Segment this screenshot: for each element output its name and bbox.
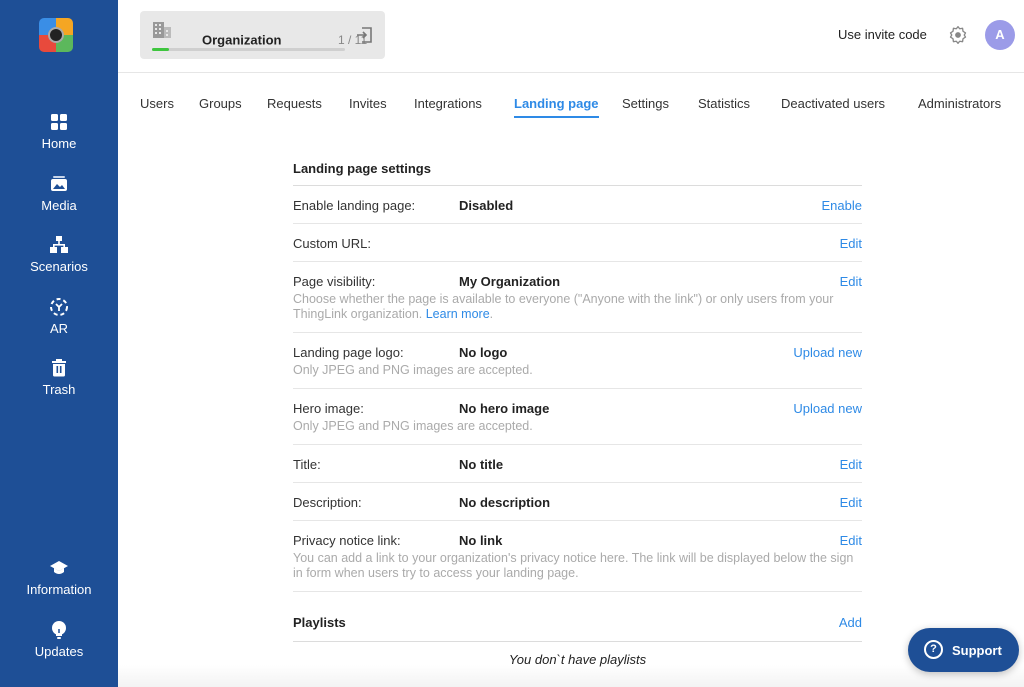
sidebar-item-label: Information xyxy=(26,582,92,597)
graduation-cap-icon xyxy=(50,561,68,574)
setting-label: Title: xyxy=(293,457,321,472)
setting-label: Landing page logo: xyxy=(293,345,404,360)
sidebar-item-updates[interactable]: Updates xyxy=(0,620,118,659)
edit-visibility-link[interactable]: Edit xyxy=(840,274,862,289)
setting-label: Custom URL: xyxy=(293,236,372,251)
sidebar-item-label: AR xyxy=(49,321,69,336)
top-bar: Organization 1 / 11 Use invite code A xyxy=(118,0,1024,73)
learn-more-link[interactable]: Learn more xyxy=(426,307,490,321)
organization-switcher[interactable]: Organization 1 / 11 xyxy=(140,11,385,59)
setting-label: Description: xyxy=(293,495,362,510)
tab-administrators[interactable]: Administrators xyxy=(918,96,1001,111)
sidebar-item-information[interactable]: Information xyxy=(0,558,118,597)
setting-row-description: Description: No description Edit xyxy=(293,483,862,521)
trash-icon xyxy=(52,359,66,377)
setting-value: No title xyxy=(459,457,504,472)
upload-logo-link[interactable]: Upload new xyxy=(793,345,862,360)
building-icon xyxy=(153,22,171,38)
setting-label: Page visibility: xyxy=(293,274,376,289)
add-playlist-link[interactable]: Add xyxy=(839,615,862,630)
organization-name: Organization xyxy=(202,32,282,48)
setting-value: My Organization xyxy=(459,274,561,289)
landing-page-settings: Landing page settings Enable landing pag… xyxy=(293,150,862,667)
setting-row-hero-image: Hero image: No hero image Upload new Onl… xyxy=(293,389,862,445)
sidebar-item-trash[interactable]: Trash xyxy=(0,358,118,397)
setting-value: No logo xyxy=(459,345,508,360)
tab-groups[interactable]: Groups xyxy=(199,96,242,111)
image-stack-icon xyxy=(51,176,67,191)
setting-row-title: Title: No title Edit xyxy=(293,445,862,483)
tab-invites[interactable]: Invites xyxy=(349,96,387,111)
hierarchy-icon xyxy=(50,236,68,253)
use-invite-code-link[interactable]: Use invite code xyxy=(838,27,927,42)
sidebar-item-label: Media xyxy=(41,198,77,213)
tab-requests[interactable]: Requests xyxy=(267,96,322,111)
thinglink-logo[interactable] xyxy=(39,18,73,52)
organization-progress-bar xyxy=(152,48,345,51)
ar-cube-icon xyxy=(50,298,68,316)
setting-value: No link xyxy=(459,533,503,548)
lightbulb-icon xyxy=(52,621,66,639)
tab-statistics[interactable]: Statistics xyxy=(698,96,750,111)
tab-users[interactable]: Users xyxy=(140,96,174,111)
sidebar-item-media[interactable]: Media xyxy=(0,174,118,213)
question-circle-icon: ? xyxy=(924,640,943,659)
gear-icon[interactable] xyxy=(948,25,968,45)
sidebar-item-home[interactable]: Home xyxy=(0,112,118,151)
sidebar-item-label: Scenarios xyxy=(30,259,88,274)
sidebar-item-label: Updates xyxy=(34,644,84,659)
sidebar-item-label: Trash xyxy=(42,382,76,397)
edit-privacy-link[interactable]: Edit xyxy=(840,533,862,548)
upload-hero-image-link[interactable]: Upload new xyxy=(793,401,862,416)
edit-custom-url-link[interactable]: Edit xyxy=(840,236,862,251)
playlists-empty-message: You don`t have playlists xyxy=(508,652,647,667)
support-label: Support xyxy=(952,643,1002,658)
sidebar-item-ar[interactable]: AR xyxy=(0,297,118,336)
organization-progress-fill xyxy=(152,48,170,51)
sidebar: Home Media Scenarios AR Trash Informatio… xyxy=(0,0,118,687)
tab-integrations[interactable]: Integrations xyxy=(414,96,482,111)
enable-link[interactable]: Enable xyxy=(822,198,862,213)
playlists-title: Playlists xyxy=(293,615,346,630)
sidebar-item-scenarios[interactable]: Scenarios xyxy=(0,235,118,274)
setting-label: Hero image: xyxy=(293,401,364,416)
setting-value: No description xyxy=(459,495,551,510)
edit-description-link[interactable]: Edit xyxy=(840,495,862,510)
switch-organization-icon[interactable] xyxy=(354,25,374,45)
setting-label: Enable landing page: xyxy=(293,198,416,213)
tab-deactivated-users[interactable]: Deactivated users xyxy=(781,96,885,111)
setting-value: Disabled xyxy=(459,198,514,213)
section-title: Landing page settings xyxy=(293,150,862,186)
tab-landing-page[interactable]: Landing page xyxy=(514,96,599,118)
tab-settings[interactable]: Settings xyxy=(622,96,669,111)
grid-icon xyxy=(51,114,67,130)
setting-row-landing-page-logo: Landing page logo: No logo Upload new On… xyxy=(293,333,862,389)
setting-row-custom-url: Custom URL: Edit xyxy=(293,224,862,262)
support-button[interactable]: ? Support xyxy=(908,628,1019,672)
playlists-header: Playlists Add xyxy=(293,592,862,642)
tab-bar: Users Groups Requests Invites Integratio… xyxy=(118,73,1024,123)
setting-row-enable-landing-page: Enable landing page: Disabled Enable xyxy=(293,186,862,224)
scroll-fade xyxy=(118,665,1024,687)
avatar[interactable]: A xyxy=(985,20,1015,50)
sidebar-item-label: Home xyxy=(41,136,77,151)
setting-row-privacy-notice-link: Privacy notice link: No link Edit You ca… xyxy=(293,521,862,592)
edit-title-link[interactable]: Edit xyxy=(840,457,862,472)
setting-value: No hero image xyxy=(459,401,550,416)
setting-label: Privacy notice link: xyxy=(293,533,401,548)
setting-row-page-visibility: Page visibility: My Organization Edit Ch… xyxy=(293,262,862,333)
